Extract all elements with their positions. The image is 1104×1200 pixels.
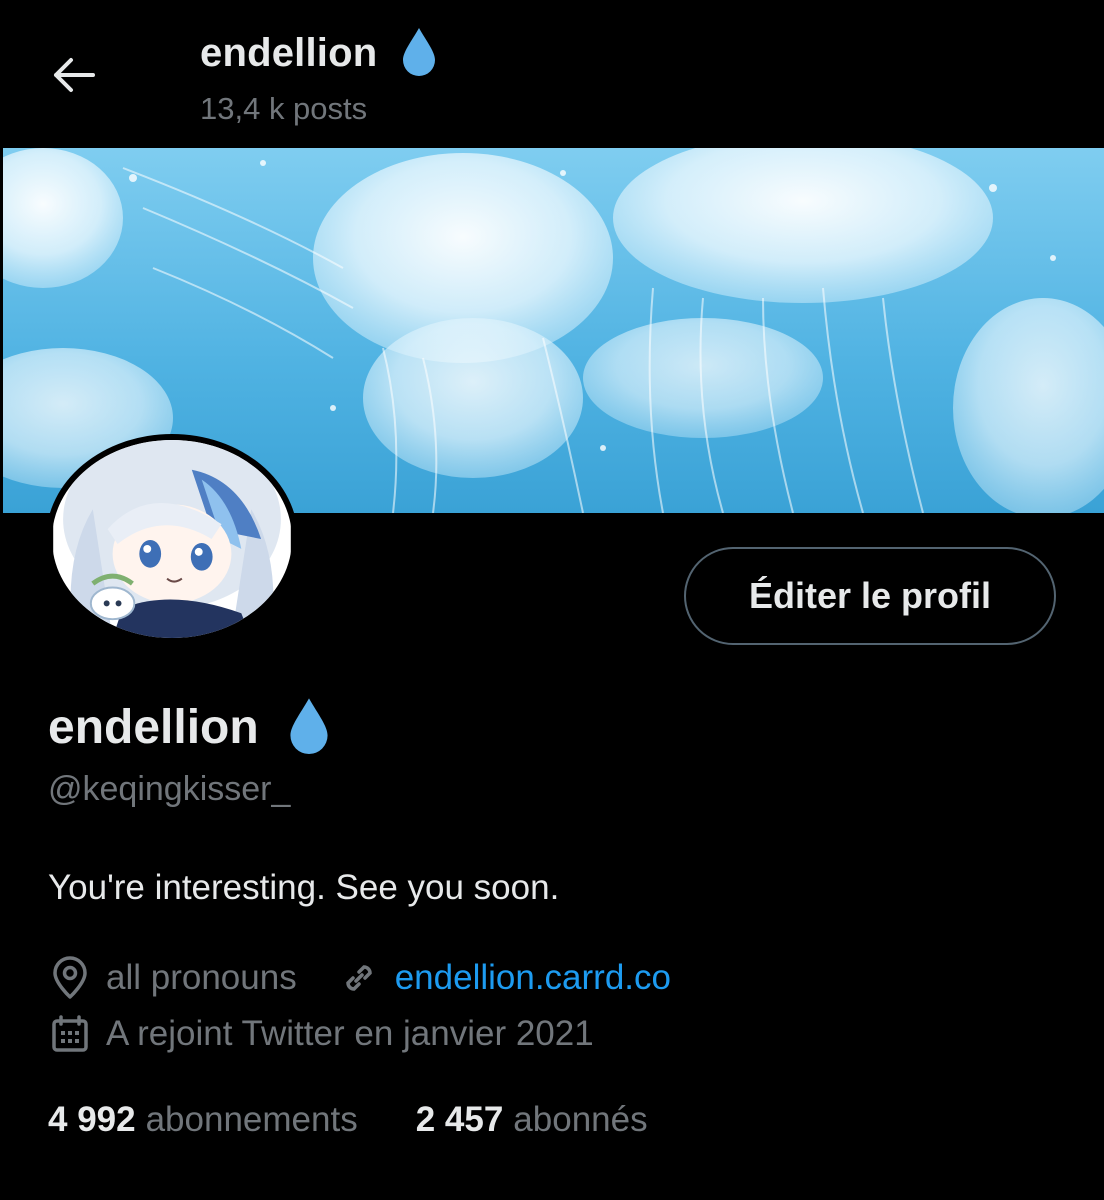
display-name: endellion xyxy=(48,701,259,754)
joined-date: A rejoint Twitter en janvier 2021 xyxy=(106,1014,594,1053)
followers-count: 2 457 xyxy=(415,1100,504,1139)
header-title: endellion xyxy=(200,26,437,81)
following-count: 4 992 xyxy=(48,1100,136,1139)
edit-profile-button[interactable]: Éditer le profil xyxy=(684,547,1056,645)
droplet-icon xyxy=(287,696,331,759)
location-pin-icon xyxy=(46,954,94,1002)
posts-count: 13,4 k posts xyxy=(200,91,368,126)
follow-stats: 4 992 abonnements 2 457 abonnés xyxy=(48,1100,648,1140)
user-handle: @keqingkisser_ xyxy=(48,770,291,808)
profile-meta-row: all pronouns endellion.carrd.co xyxy=(48,954,671,1002)
profile-bio: You're interesting. See you soon. xyxy=(48,868,560,907)
header-name: endellion xyxy=(200,31,378,75)
location-text: all pronouns xyxy=(106,958,297,997)
profile-avatar[interactable] xyxy=(46,434,298,644)
display-name-row: endellion xyxy=(48,696,331,759)
link-icon xyxy=(335,954,383,1002)
following-label: abonnements xyxy=(145,1100,358,1139)
following-link[interactable]: 4 992 abonnements xyxy=(48,1100,358,1140)
back-button[interactable] xyxy=(46,50,100,104)
profile-meta-row: A rejoint Twitter en janvier 2021 xyxy=(48,1010,594,1058)
followers-link[interactable]: 2 457 abonnés xyxy=(416,1100,648,1140)
arrow-left-icon xyxy=(51,57,95,98)
droplet-icon xyxy=(401,26,437,81)
calendar-icon xyxy=(46,1010,94,1058)
top-bar: endellion 13,4 k posts xyxy=(0,0,1104,148)
followers-label: abonnés xyxy=(513,1100,648,1139)
website-link[interactable]: endellion.carrd.co xyxy=(395,958,671,998)
